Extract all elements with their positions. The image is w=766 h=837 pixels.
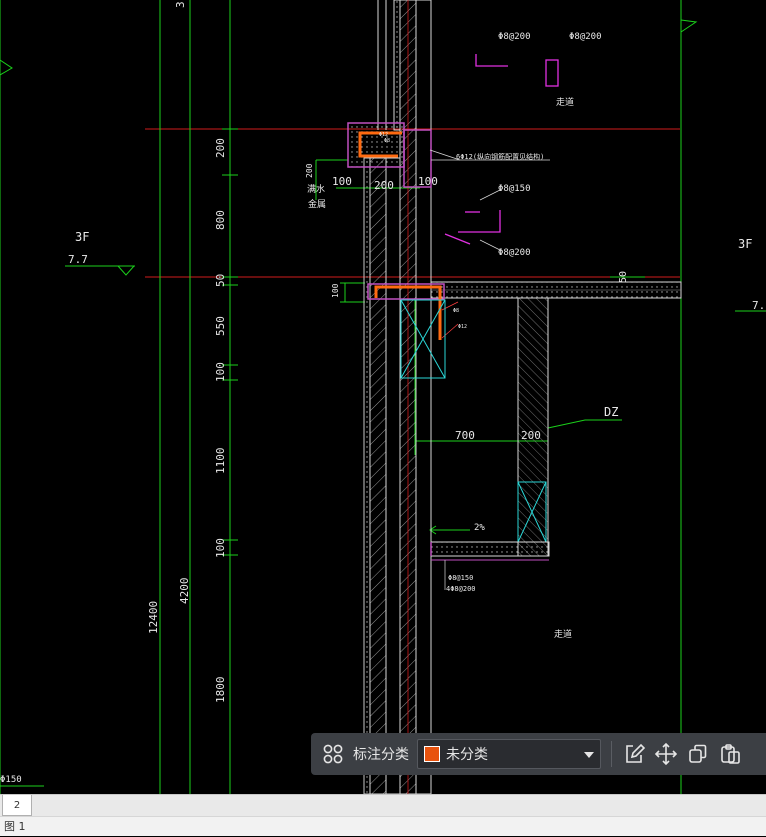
svg-text:12400: 12400 — [147, 601, 160, 634]
toolbar-divider — [611, 741, 612, 767]
dz-column — [517, 297, 549, 557]
svg-text:走道: 走道 — [556, 96, 574, 108]
svg-text:200: 200 — [374, 179, 394, 192]
svg-text:200: 200 — [305, 163, 314, 178]
grid-icon[interactable] — [317, 738, 349, 770]
status-bar: 图 1 — [0, 816, 766, 836]
move-icon[interactable] — [650, 738, 682, 770]
status-text: 图 1 — [4, 820, 26, 833]
svg-text:走道: 走道 — [554, 628, 572, 640]
svg-text:满水: 满水 — [307, 183, 325, 195]
cad-drawing-canvas[interactable]: Φ12 Φ8 Φ8 Φ12 3 3F 7.7 3F 7. 200 800 50 … — [0, 0, 766, 794]
sheet-tab-label: 2 — [13, 799, 21, 811]
svg-text:200: 200 — [521, 429, 541, 442]
svg-text:1800: 1800 — [214, 677, 227, 704]
svg-text:4Φ8@200: 4Φ8@200 — [446, 585, 476, 593]
svg-text:1100: 1100 — [214, 448, 227, 475]
svg-text:2%: 2% — [474, 523, 485, 533]
svg-text:550: 550 — [214, 316, 227, 336]
horizontal-dimensions: 100 200 100 700 200 50 100 200 — [305, 163, 629, 442]
svg-text:100: 100 — [214, 538, 227, 558]
chevron-down-icon — [584, 746, 594, 762]
sheet-tab-bar: 2 — [0, 794, 766, 817]
svg-text:100: 100 — [214, 362, 227, 382]
svg-text:800: 800 — [214, 210, 227, 230]
svg-text:Φ8@200: Φ8@200 — [569, 32, 602, 42]
wall-hatch-left — [369, 157, 387, 794]
svg-text:DZ: DZ — [604, 405, 618, 419]
annotation-toolbar: 标注分类 未分类 — [311, 733, 766, 775]
svg-text:Φ8@150: Φ8@150 — [448, 574, 473, 582]
svg-text:金属: 金属 — [308, 198, 326, 210]
category-dropdown[interactable]: 未分类 — [417, 739, 601, 769]
svg-text:100: 100 — [331, 283, 340, 298]
svg-text:Φ150: Φ150 — [0, 775, 22, 785]
category-label: 标注分类 — [353, 747, 409, 763]
elevation-right: 7. — [752, 299, 765, 312]
vertical-dimensions: 200 800 50 550 100 1100 100 1800 12400 4… — [147, 138, 227, 703]
svg-text:200: 200 — [214, 138, 227, 158]
floor-label-right: 3F — [738, 237, 752, 251]
elevation-left: 7.7 — [68, 253, 88, 266]
rebar-small-label: Φ8 — [453, 308, 459, 314]
gutter-bottom — [430, 541, 550, 557]
category-color-swatch — [424, 746, 440, 762]
category-dropdown-value: 未分类 — [446, 747, 488, 763]
svg-text:Φ8@200: Φ8@200 — [498, 248, 531, 258]
svg-text:Φ8@200: Φ8@200 — [498, 32, 531, 42]
wall-finish-left — [363, 157, 371, 794]
wall-upper-core — [393, 0, 401, 131]
svg-text:4200: 4200 — [178, 578, 191, 605]
wall-core — [385, 157, 401, 794]
top-cap-purple — [347, 122, 405, 168]
svg-text:50: 50 — [214, 274, 227, 287]
svg-text:100: 100 — [418, 175, 438, 188]
wall-outer-right — [415, 0, 432, 794]
svg-text:Φ8@150: Φ8@150 — [498, 184, 531, 194]
svg-text:6Φ12(纵向钢筋配置见结构): 6Φ12(纵向钢筋配置见结构) — [456, 152, 544, 161]
rebar-small-label: Φ8 — [384, 138, 390, 144]
rebar-small-label: Φ12 — [458, 324, 467, 330]
sheet-tab[interactable]: 2 — [2, 795, 32, 816]
svg-text:100: 100 — [332, 175, 352, 188]
svg-text:700: 700 — [455, 429, 475, 442]
dimension-text: 3 — [174, 1, 187, 8]
svg-text:50: 50 — [618, 271, 629, 283]
copy-icon[interactable] — [682, 738, 714, 770]
floor-label-left: 3F — [75, 230, 89, 244]
paste-icon[interactable] — [714, 738, 746, 770]
rebar-symbols — [444, 54, 559, 245]
edit-icon[interactable] — [618, 738, 650, 770]
